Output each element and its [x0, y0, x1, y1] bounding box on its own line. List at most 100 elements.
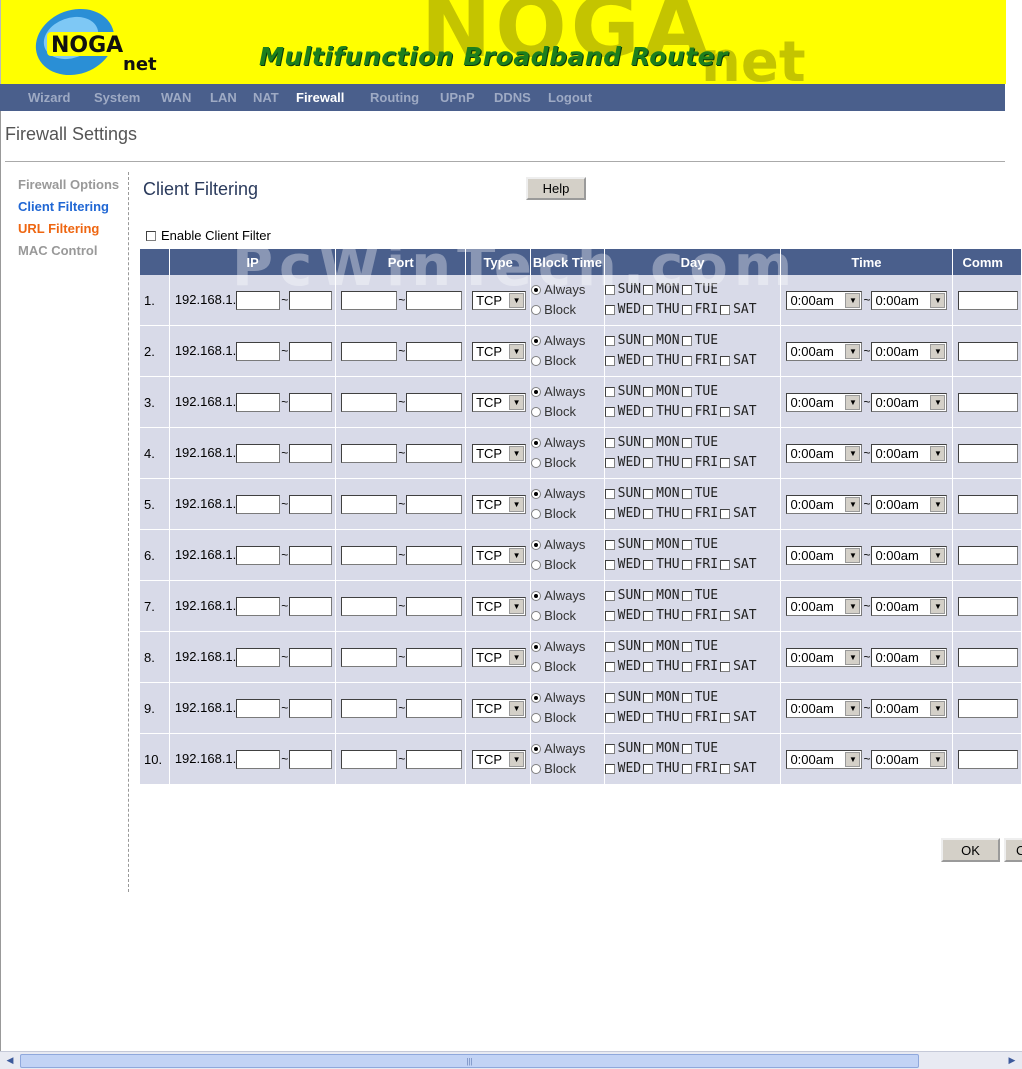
time-from-select[interactable]: 0:00am ▼	[786, 290, 863, 310]
day-checkbox-mon[interactable]	[643, 336, 654, 346]
day-checkbox-fri[interactable]	[681, 356, 692, 366]
nav-lan[interactable]: LAN	[210, 90, 237, 105]
scrollbar-thumb[interactable]: |||	[20, 1054, 919, 1068]
sidebar-item-firewall-options[interactable]: Firewall Options	[18, 177, 119, 192]
port-end-input[interactable]	[406, 341, 463, 361]
horizontal-scrollbar[interactable]: ◀ ||| ▶	[0, 1051, 1022, 1069]
time-to-select[interactable]: 0:00am ▼	[871, 392, 948, 412]
day-checkbox-tue[interactable]	[681, 387, 692, 397]
ip-end-input[interactable]	[289, 443, 333, 463]
comment-input[interactable]	[957, 545, 1018, 565]
comment-input[interactable]	[957, 698, 1018, 718]
day-checkbox-mon[interactable]	[643, 591, 654, 601]
day-checkbox-mon[interactable]	[643, 540, 654, 550]
ip-end-input[interactable]	[289, 749, 333, 769]
day-checkbox-tue[interactable]	[681, 642, 692, 652]
block-time-block-radio[interactable]	[531, 509, 542, 519]
ip-start-input[interactable]	[236, 698, 281, 718]
time-to-select[interactable]: 0:00am ▼	[871, 341, 948, 361]
day-checkbox-thu[interactable]	[643, 713, 654, 723]
day-checkbox-thu[interactable]	[643, 611, 654, 621]
block-time-always-radio[interactable]	[531, 285, 542, 295]
ip-start-input[interactable]	[236, 290, 281, 310]
block-time-block-radio[interactable]	[531, 458, 542, 468]
block-time-always-radio[interactable]	[531, 693, 542, 703]
block-time-always-radio[interactable]	[531, 336, 542, 346]
ip-end-input[interactable]	[289, 545, 333, 565]
day-checkbox-wed[interactable]	[604, 713, 615, 723]
day-checkbox-wed[interactable]	[604, 509, 615, 519]
day-checkbox-thu[interactable]	[643, 407, 654, 417]
port-start-input[interactable]	[341, 545, 398, 565]
enable-client-filter-checkbox[interactable]	[146, 230, 156, 241]
cancel-button[interactable]: Cancel	[1004, 838, 1022, 862]
day-checkbox-thu[interactable]	[643, 560, 654, 570]
day-checkbox-tue[interactable]	[681, 540, 692, 550]
block-time-always-radio[interactable]	[531, 591, 542, 601]
ip-start-input[interactable]	[236, 647, 281, 667]
day-checkbox-mon[interactable]	[643, 744, 654, 754]
nav-wan[interactable]: WAN	[161, 90, 191, 105]
time-to-select[interactable]: 0:00am ▼	[871, 596, 948, 616]
sidebar-item-mac-control[interactable]: MAC Control	[18, 243, 97, 258]
type-select[interactable]: TCP ▼	[472, 596, 527, 616]
comment-input[interactable]	[957, 392, 1018, 412]
day-checkbox-fri[interactable]	[681, 560, 692, 570]
comment-input[interactable]	[957, 443, 1018, 463]
port-end-input[interactable]	[406, 443, 463, 463]
time-to-select[interactable]: 0:00am ▼	[871, 749, 948, 769]
time-from-select[interactable]: 0:00am ▼	[786, 494, 863, 514]
day-checkbox-sun[interactable]	[604, 540, 615, 550]
day-checkbox-sun[interactable]	[604, 387, 615, 397]
ip-end-input[interactable]	[289, 494, 333, 514]
port-start-input[interactable]	[341, 392, 398, 412]
port-end-input[interactable]	[406, 494, 463, 514]
port-end-input[interactable]	[406, 698, 463, 718]
ip-start-input[interactable]	[236, 392, 281, 412]
block-time-always-radio[interactable]	[531, 438, 542, 448]
nav-logout[interactable]: Logout	[548, 90, 592, 105]
day-checkbox-tue[interactable]	[681, 438, 692, 448]
port-start-input[interactable]	[341, 443, 398, 463]
day-checkbox-sun[interactable]	[604, 591, 615, 601]
day-checkbox-thu[interactable]	[643, 509, 654, 519]
comment-input[interactable]	[957, 290, 1018, 310]
day-checkbox-wed[interactable]	[604, 662, 615, 672]
comment-input[interactable]	[957, 494, 1018, 514]
day-checkbox-sat[interactable]	[720, 305, 731, 315]
type-select[interactable]: TCP ▼	[472, 494, 527, 514]
day-checkbox-sat[interactable]	[720, 356, 731, 366]
nav-firewall[interactable]: Firewall	[296, 90, 344, 105]
port-start-input[interactable]	[341, 596, 398, 616]
scroll-right-arrow-icon[interactable]: ▶	[1004, 1053, 1020, 1068]
ip-start-input[interactable]	[236, 545, 281, 565]
block-time-block-radio[interactable]	[531, 560, 542, 570]
ok-button[interactable]: OK	[941, 838, 1000, 862]
ip-end-input[interactable]	[289, 647, 333, 667]
nav-upnp[interactable]: UPnP	[440, 90, 475, 105]
block-time-always-radio[interactable]	[531, 489, 542, 499]
day-checkbox-sun[interactable]	[604, 285, 615, 295]
comment-input[interactable]	[957, 341, 1018, 361]
time-from-select[interactable]: 0:00am ▼	[786, 647, 863, 667]
block-time-block-radio[interactable]	[531, 611, 542, 621]
day-checkbox-mon[interactable]	[643, 285, 654, 295]
sidebar-item-client-filtering[interactable]: Client Filtering	[18, 199, 109, 214]
day-checkbox-thu[interactable]	[643, 458, 654, 468]
ip-start-input[interactable]	[236, 596, 281, 616]
day-checkbox-sat[interactable]	[720, 560, 731, 570]
day-checkbox-thu[interactable]	[643, 764, 654, 774]
day-checkbox-fri[interactable]	[681, 713, 692, 723]
port-end-input[interactable]	[406, 596, 463, 616]
time-to-select[interactable]: 0:00am ▼	[871, 698, 948, 718]
nav-system[interactable]: System	[94, 90, 140, 105]
day-checkbox-sun[interactable]	[604, 693, 615, 703]
time-from-select[interactable]: 0:00am ▼	[786, 596, 863, 616]
port-end-input[interactable]	[406, 392, 463, 412]
day-checkbox-sun[interactable]	[604, 642, 615, 652]
type-select[interactable]: TCP ▼	[472, 341, 527, 361]
day-checkbox-wed[interactable]	[604, 356, 615, 366]
block-time-always-radio[interactable]	[531, 642, 542, 652]
block-time-always-radio[interactable]	[531, 744, 542, 754]
ip-end-input[interactable]	[289, 392, 333, 412]
